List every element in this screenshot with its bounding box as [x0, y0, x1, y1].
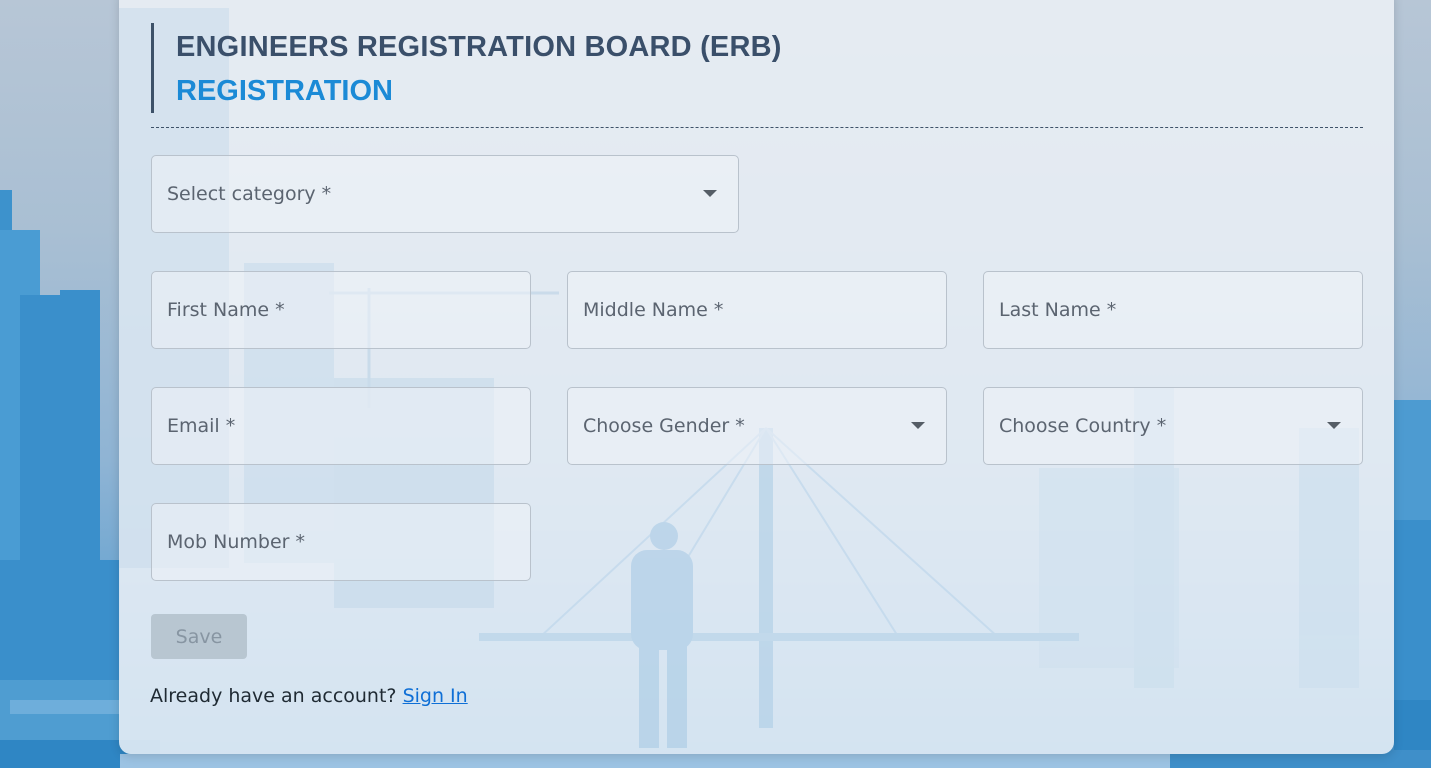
country-select[interactable]: Choose Country * [983, 387, 1363, 465]
header-divider [151, 127, 1363, 128]
page-title: REGISTRATION [176, 75, 393, 107]
last-name-input[interactable]: Last Name * [983, 271, 1363, 349]
sign-in-link[interactable]: Sign In [403, 685, 468, 707]
chevron-down-icon [911, 422, 925, 429]
registration-card: ENGINEERS REGISTRATION BOARD (ERB) REGIS… [119, 0, 1394, 754]
signin-prompt-text: Already have an account? [150, 685, 397, 707]
mobile-number-placeholder: Mob Number * [167, 531, 305, 553]
email-placeholder: Email * [167, 415, 236, 437]
category-select-placeholder: Select category * [167, 183, 332, 205]
engineer-city-watermark [119, 8, 1359, 748]
organization-title: ENGINEERS REGISTRATION BOARD (ERB) [176, 31, 782, 63]
last-name-placeholder: Last Name * [999, 299, 1117, 321]
first-name-placeholder: First Name * [167, 299, 285, 321]
first-name-input[interactable]: First Name * [151, 271, 531, 349]
gender-select-placeholder: Choose Gender * [583, 415, 745, 437]
chevron-down-icon [703, 190, 717, 197]
page-header: ENGINEERS REGISTRATION BOARD (ERB) REGIS… [151, 23, 782, 113]
gender-select[interactable]: Choose Gender * [567, 387, 947, 465]
mobile-number-input[interactable]: Mob Number * [151, 503, 531, 581]
save-button[interactable]: Save [151, 614, 247, 659]
middle-name-placeholder: Middle Name * [583, 299, 724, 321]
chevron-down-icon [1327, 422, 1341, 429]
middle-name-input[interactable]: Middle Name * [567, 271, 947, 349]
signin-prompt: Already have an account? Sign In [150, 685, 468, 707]
category-select[interactable]: Select category * [151, 155, 739, 233]
country-select-placeholder: Choose Country * [999, 415, 1167, 437]
email-input[interactable]: Email * [151, 387, 531, 465]
